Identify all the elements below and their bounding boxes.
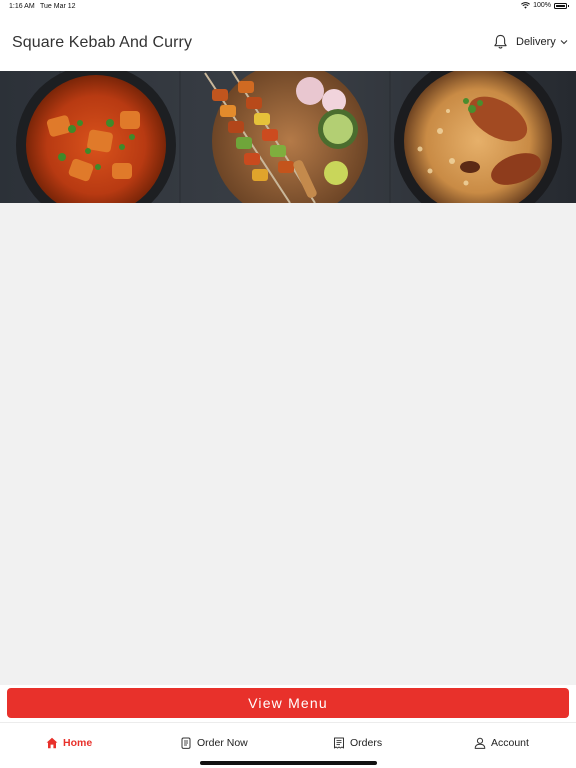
main-content [0, 203, 576, 685]
nav-account[interactable]: Account [474, 737, 529, 749]
home-icon [46, 737, 58, 749]
status-bar: 1:16 AM Tue Mar 12 100% [0, 0, 576, 14]
restaurant-title: Square Kebab And Curry [12, 34, 193, 51]
view-menu-button[interactable]: View Menu [7, 688, 569, 718]
nav-orders-label: Orders [350, 737, 383, 749]
status-right: 100% [521, 2, 569, 9]
wifi-icon [521, 2, 531, 9]
bottom-nav: Home Order Now Orders Account [0, 722, 576, 768]
nav-order-now[interactable]: Order Now [180, 737, 248, 749]
status-date: Tue Mar 12 [40, 3, 76, 10]
nav-home-label: Home [63, 737, 93, 749]
food-banner [0, 71, 576, 203]
battery-percent: 100% [533, 2, 551, 9]
receipt-icon [334, 737, 344, 749]
home-indicator [200, 761, 377, 765]
chevron-down-icon [560, 40, 568, 45]
delivery-selector[interactable]: Delivery [516, 36, 568, 48]
nav-orders[interactable]: Orders [333, 737, 382, 749]
status-time: 1:16 AM [9, 3, 35, 10]
view-menu-container: View Menu [0, 685, 576, 722]
delivery-label: Delivery [516, 36, 556, 48]
app-header: Square Kebab And Curry Delivery [0, 14, 576, 71]
nav-home[interactable]: Home [46, 737, 92, 749]
bell-icon[interactable] [493, 34, 508, 50]
order-icon [181, 737, 191, 749]
person-icon [474, 737, 486, 749]
battery-icon [554, 2, 569, 9]
nav-account-label: Account [491, 737, 529, 749]
nav-order-now-label: Order Now [197, 737, 248, 749]
